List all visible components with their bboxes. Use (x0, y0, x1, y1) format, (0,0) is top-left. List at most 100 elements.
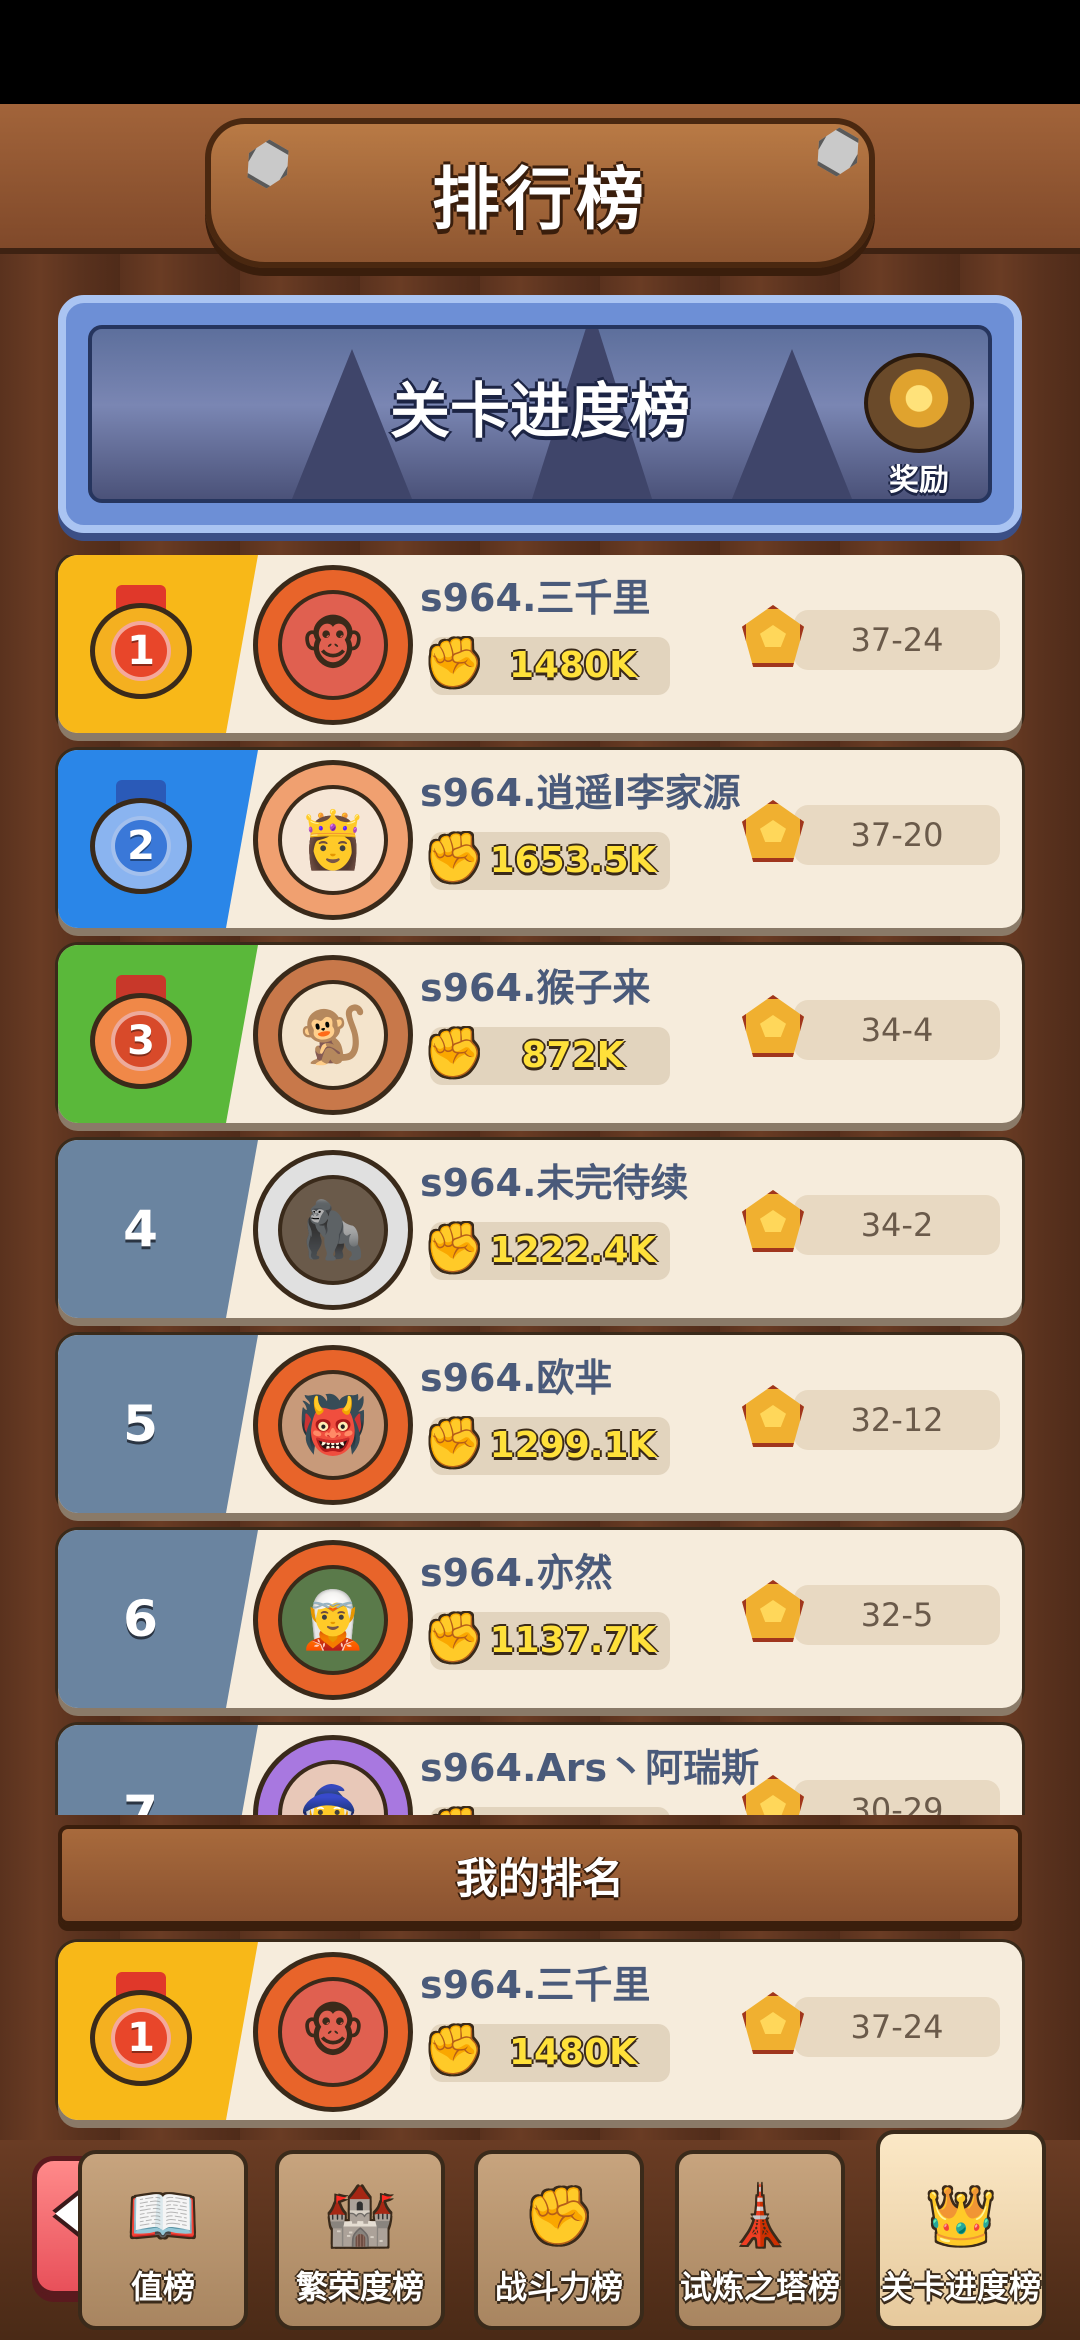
stage-progress-banner: 关卡进度榜 奖励 (58, 295, 1022, 533)
power-value: 1480K (508, 2032, 638, 2073)
power-value: 872K (521, 1035, 625, 1076)
title-plaque: 排行榜 (205, 118, 875, 268)
rank-number: 2 (111, 816, 171, 876)
leaderboard-list[interactable]: 1 🐵 s964.三千里 ✊ 1480K 37-24 2 👸 s964.逍遥I李家源 ✊ 1653.… (0, 555, 1080, 1815)
power-value: 1480K (508, 645, 638, 686)
leaderboard-row[interactable]: 6 🧝 s964.亦然 ✊ 1137.7K 32-5 (58, 1530, 1022, 1708)
leaderboard-row[interactable]: 3 🐒 s964.猴子来 ✊ 872K 34-4 (58, 945, 1022, 1123)
medal-disc: 1 (90, 603, 192, 699)
rank-number: 3 (111, 1011, 171, 1071)
stage-medal-icon (742, 800, 804, 862)
stage-medal-icon (742, 1580, 804, 1642)
avatar-portrait: 🧝 (278, 1565, 388, 1675)
stage-progress: 34-4 (794, 1000, 1000, 1060)
leaderboard-row[interactable]: 1 🐵 s964.三千里 ✊ 1480K 37-24 (58, 555, 1022, 733)
fist-icon: ✊ (524, 2184, 594, 2249)
medal-disc: 3 (90, 993, 192, 1089)
crown-shield-icon: 👑 (926, 2184, 996, 2249)
gold-medal-icon: 1 (86, 1972, 196, 2090)
tab-label: 繁荣度榜 (295, 2268, 424, 2306)
treasure-chest-icon (864, 353, 974, 453)
tab-book[interactable]: 📖 值榜 (78, 2150, 248, 2330)
player-avatar[interactable]: 🧙 (253, 1735, 413, 1815)
fist-icon: ✊ (424, 1801, 484, 1815)
tab-tower[interactable]: 🗼 试炼之塔榜 (675, 2150, 845, 2330)
avatar-portrait: 🧙 (278, 1760, 388, 1815)
fist-icon: ✊ (424, 635, 484, 691)
rank-number: 7 (123, 1785, 158, 1815)
fist-icon: ✊ (424, 1610, 484, 1666)
player-avatar[interactable]: 👹 (253, 1345, 413, 1505)
gold-medal-icon: 1 (86, 585, 196, 703)
rank-number: 6 (123, 1590, 158, 1648)
leaderboard-row[interactable]: 5 👹 s964.欧芈 ✊ 1299.1K 32-12 (58, 1335, 1022, 1513)
player-name: s964.欧芈 (420, 1356, 613, 1400)
leaderboard-row[interactable]: 4 🦍 s964.未完待续 ✊ 1222.4K 34-2 (58, 1140, 1022, 1318)
status-bar (0, 0, 1080, 104)
stage-progress: 37-24 (794, 1997, 1000, 2057)
player-name: s964.未完待续 (420, 1161, 689, 1205)
stage-medal-icon (742, 605, 804, 667)
medal-disc: 2 (90, 798, 192, 894)
stage-medal-icon (742, 995, 804, 1057)
player-avatar[interactable]: 🐵 (253, 565, 413, 725)
stage-medal-icon (742, 1190, 804, 1252)
leaderboard-row[interactable]: 2 👸 s964.逍遥I李家源 ✊ 1653.5K 37-20 (58, 750, 1022, 928)
player-name: s964.逍遥I李家源 (420, 771, 741, 815)
castle-shield-icon: 🏰 (325, 2184, 395, 2249)
power-value: 1222.4K (489, 1230, 657, 1271)
player-name: s964.猴子来 (420, 966, 651, 1010)
player-avatar[interactable]: 🧝 (253, 1540, 413, 1700)
tab-crown-shield[interactable]: 👑 关卡进度榜 (876, 2130, 1046, 2330)
book-icon: 📖 (128, 2184, 198, 2249)
reward-label: 奖励 (889, 463, 949, 498)
leaderboard-row[interactable]: 7 🧙 s964.Ars丶阿瑞斯 ✊ 30-29 (58, 1725, 1022, 1815)
avatar-portrait: 👸 (278, 785, 388, 895)
player-avatar[interactable]: 🐒 (253, 955, 413, 1115)
player-avatar[interactable]: 👸 (253, 760, 413, 920)
avatar-portrait: 🦍 (278, 1175, 388, 1285)
stage-progress: 37-20 (794, 805, 1000, 865)
reward-button[interactable]: 奖励 (854, 353, 984, 503)
rank-number: 1 (111, 2008, 171, 2068)
my-rank-title: 我的排名 (455, 1853, 624, 1903)
avatar-portrait: 🐒 (278, 980, 388, 1090)
player-avatar[interactable]: 🦍 (253, 1150, 413, 1310)
silver-medal-icon: 2 (86, 780, 196, 898)
fist-icon: ✊ (424, 1220, 484, 1276)
rank-number: 4 (123, 1200, 158, 1258)
my-rank-header: 我的排名 (58, 1825, 1022, 1925)
stage-medal-icon (742, 1992, 804, 2054)
stage-progress: 30-29 (794, 1780, 1000, 1815)
avatar-portrait: 🐵 (278, 590, 388, 700)
player-name: s964.三千里 (420, 1963, 651, 2007)
page-title: 排行榜 (431, 160, 648, 240)
power-value: 1299.1K (489, 1425, 657, 1466)
player-avatar[interactable]: 🐵 (253, 1952, 413, 2112)
stage-progress: 32-12 (794, 1390, 1000, 1450)
power-value: 1653.5K (489, 840, 657, 881)
tab-label: 试炼之塔榜 (679, 2268, 840, 2306)
power-value (478, 1811, 668, 1815)
tower-icon: 🗼 (725, 2184, 795, 2249)
tab-fist[interactable]: ✊ 战斗力榜 (474, 2150, 644, 2330)
stage-progress: 32-5 (794, 1585, 1000, 1645)
tab-label: 值榜 (130, 2268, 195, 2306)
tab-castle-shield[interactable]: 🏰 繁荣度榜 (275, 2150, 445, 2330)
player-name: s964.亦然 (420, 1551, 613, 1595)
avatar-portrait: 🐵 (278, 1977, 388, 2087)
player-name: s964.三千里 (420, 576, 651, 620)
stage-progress: 37-24 (794, 610, 1000, 670)
rank-number: 5 (123, 1395, 158, 1453)
fist-icon: ✊ (424, 2022, 484, 2078)
player-name: s964.Ars丶阿瑞斯 (420, 1746, 760, 1790)
fist-icon: ✊ (424, 1415, 484, 1471)
stage-medal-icon (742, 1385, 804, 1447)
tab-label: 战斗力榜 (494, 2268, 623, 2306)
rank-number: 1 (111, 621, 171, 681)
avatar-portrait: 👹 (278, 1370, 388, 1480)
my-rank-row[interactable]: 1 🐵 s964.三千里 ✊ 1480K 37-24 (58, 1942, 1022, 2120)
medal-disc: 1 (90, 1990, 192, 2086)
fist-icon: ✊ (424, 830, 484, 886)
fist-icon: ✊ (424, 1025, 484, 1081)
